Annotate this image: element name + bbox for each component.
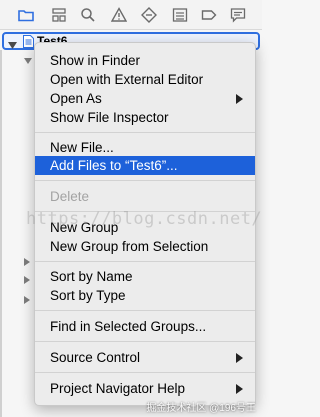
menu-item-show-file-inspector[interactable]: Show File Inspector — [35, 108, 255, 127]
menu-item-source-control[interactable]: Source Control — [35, 348, 255, 367]
menu-separator — [35, 341, 255, 342]
debug-list-icon[interactable] — [171, 6, 189, 24]
menu-item-new-group-from-selection[interactable]: New Group from Selection — [35, 237, 255, 256]
menu-item-add-files[interactable]: Add Files to “Test6”... — [35, 156, 255, 175]
navigator-edge — [0, 50, 2, 417]
menu-item-delete[interactable]: Delete — [35, 187, 255, 206]
menu-item-find-in-selected-groups[interactable]: Find in Selected Groups... — [35, 317, 255, 336]
menu-item-label: Project Navigator Help — [50, 381, 186, 396]
warning-icon[interactable] — [110, 6, 128, 24]
submenu-arrow-icon — [236, 384, 243, 394]
tree-disclosure-icon — [24, 58, 32, 64]
menu-item-new-file[interactable]: New File... — [35, 138, 255, 157]
menu-item-open-as[interactable]: Open As — [35, 89, 255, 108]
menu-item-sort-by-type[interactable]: Sort by Type — [35, 286, 255, 305]
menu-item-sort-by-name[interactable]: Sort by Name — [35, 267, 255, 286]
folder-icon[interactable] — [17, 6, 35, 24]
menu-item-label: Source Control — [50, 350, 141, 365]
menu-item-show-in-finder[interactable]: Show in Finder — [35, 51, 255, 70]
navigator-toolbar — [0, 0, 262, 30]
menu-separator — [35, 180, 255, 181]
submenu-arrow-icon — [236, 353, 243, 363]
menu-separator — [35, 132, 255, 133]
report-icon[interactable] — [229, 6, 247, 24]
menu-separator — [35, 261, 255, 262]
breakpoint-icon[interactable] — [200, 6, 218, 24]
search-icon[interactable] — [79, 6, 97, 24]
tree-disclosure-icon — [24, 258, 30, 266]
tree-disclosure-icon — [24, 296, 30, 304]
menu-item-open-external-editor[interactable]: Open with External Editor — [35, 70, 255, 89]
menu-item-label: Open As — [50, 91, 102, 106]
hierarchy-icon[interactable] — [50, 6, 68, 24]
menu-item-new-group[interactable]: New Group — [35, 218, 255, 237]
test-diamond-icon[interactable] — [140, 6, 158, 24]
disclosure-triangle-icon[interactable] — [8, 37, 17, 49]
tree-disclosure-icon — [24, 276, 30, 284]
menu-separator — [35, 372, 255, 373]
menu-separator — [35, 211, 255, 212]
context-menu: Show in Finder Open with External Editor… — [34, 42, 256, 406]
submenu-arrow-icon — [236, 94, 243, 104]
project-file-icon — [23, 35, 34, 48]
menu-separator — [35, 310, 255, 311]
menu-item-project-navigator-help[interactable]: Project Navigator Help — [35, 379, 255, 398]
